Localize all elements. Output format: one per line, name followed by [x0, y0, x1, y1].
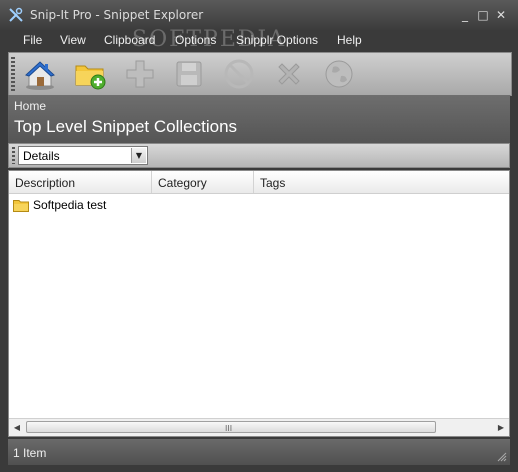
page-title: Top Level Snippet Collections [14, 117, 238, 136]
status-bar: 1 Item [8, 439, 510, 465]
collection-header: Home Top Level Snippet Collections [8, 95, 510, 143]
maximize-button[interactable]: □ [476, 8, 490, 22]
app-logo-icon [9, 7, 23, 22]
cancel-button[interactable] [222, 57, 258, 91]
delete-button[interactable] [272, 57, 308, 91]
home-icon [25, 61, 55, 90]
floppy-disk-icon [176, 61, 202, 87]
column-header-description[interactable]: Description [9, 171, 152, 193]
column-header-tags[interactable]: Tags [254, 171, 509, 193]
plus-icon [126, 60, 154, 88]
close-button[interactable]: ✕ [494, 8, 508, 22]
view-mode-select[interactable]: Details ▼ [18, 146, 148, 165]
watermark: SOFTPEDIA [132, 27, 287, 52]
add-button[interactable] [123, 57, 159, 91]
minimize-button[interactable]: _ [458, 8, 472, 22]
x-icon [278, 63, 300, 85]
horizontal-scrollbar[interactable]: ◀ III ▶ [9, 418, 509, 436]
no-entry-icon [224, 59, 254, 89]
folder-add-icon [75, 65, 106, 90]
snippet-list[interactable]: Description Category Tags Softpedia test… [8, 170, 510, 437]
save-button[interactable] [172, 57, 208, 91]
view-mode-value: Details [23, 149, 60, 163]
title-bar[interactable]: Snip-It Pro - Snippet Explorer _ □ ✕ [0, 0, 518, 30]
window-title: Snip-It Pro - Snippet Explorer [30, 8, 204, 22]
chevron-down-icon[interactable]: ▼ [131, 148, 146, 163]
menu-help[interactable]: Help [337, 33, 362, 47]
home-button[interactable] [23, 57, 59, 91]
list-item[interactable]: Softpedia test [13, 197, 313, 215]
menu-file[interactable]: File [23, 33, 42, 47]
column-headers: Description Category Tags [9, 171, 509, 194]
status-text: 1 Item [13, 446, 47, 460]
scroll-left-icon[interactable]: ◀ [9, 419, 25, 436]
web-button[interactable] [322, 57, 358, 91]
view-toolbar: Details ▼ [8, 143, 510, 168]
toolbar-grip[interactable] [11, 57, 15, 91]
new-folder-button[interactable] [73, 57, 109, 91]
list-item-label: Softpedia test [33, 198, 107, 212]
resize-grip-icon[interactable] [497, 452, 507, 462]
folder-icon [13, 200, 29, 212]
globe-icon [325, 60, 353, 88]
scrollbar-thumb[interactable]: III [26, 421, 436, 433]
scrollbar-grip: III [225, 424, 233, 433]
scroll-right-icon[interactable]: ▶ [493, 419, 509, 436]
breadcrumb[interactable]: Home [14, 99, 46, 113]
view-toolbar-grip[interactable] [12, 147, 15, 164]
menu-view[interactable]: View [60, 33, 86, 47]
column-header-category[interactable]: Category [152, 171, 254, 193]
toolbar [8, 52, 512, 96]
app-window: Snip-It Pro - Snippet Explorer _ □ ✕ Fil… [0, 0, 518, 472]
